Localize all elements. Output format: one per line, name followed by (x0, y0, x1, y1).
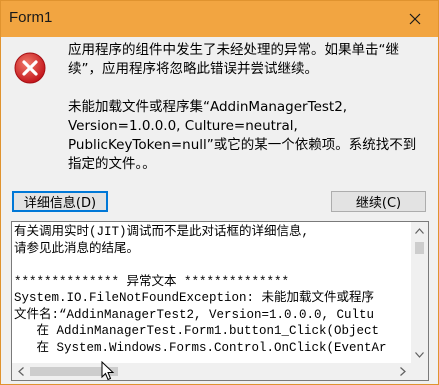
chevron-up-icon (415, 227, 424, 234)
chevron-left-icon (17, 367, 24, 376)
scroll-right-button[interactable] (394, 363, 411, 380)
details-textbox[interactable]: 有关调用实时(JIT)调试而不是此对话框的详细信息, 请参见此消息的结尾。 ***… (11, 221, 429, 381)
scroll-down-button[interactable] (411, 346, 428, 363)
details-text: 有关调用实时(JIT)调试而不是此对话框的详细信息, 请参见此消息的结尾。 ***… (14, 224, 410, 360)
error-message-detail: 未能加载文件或程序集“AddinManagerTest2, Version=1.… (68, 99, 417, 172)
error-icon (14, 52, 46, 84)
details-line: 请参见此消息的结尾。 (14, 241, 140, 256)
continue-button[interactable]: 继续(C) (331, 191, 426, 212)
details-line: 文件名:“AddinManagerTest2, Version=1.0.0.0,… (14, 307, 375, 322)
details-line: 在 AddinManagerTest.Form1.button1_Click(O… (14, 324, 380, 338)
chevron-down-icon (415, 351, 424, 358)
close-icon (409, 13, 421, 25)
details-button[interactable]: 详细信息(D) (12, 191, 108, 212)
scroll-left-button[interactable] (12, 363, 29, 380)
window-title: Form1 (9, 9, 53, 26)
title-bar[interactable]: Form1 (1, 1, 438, 37)
scrollbar-corner (411, 363, 428, 380)
details-line: 有关调用实时(JIT)调试而不是此对话框的详细信息, (14, 225, 310, 239)
details-line: ************** 异常文本 ************** (14, 274, 290, 289)
details-line: System.IO.FileNotFoundException: 未能加载文件或… (14, 291, 375, 305)
chevron-right-icon (399, 367, 406, 376)
vertical-scrollbar[interactable] (411, 222, 428, 363)
vertical-scroll-thumb[interactable] (415, 242, 424, 254)
close-button[interactable] (392, 1, 438, 37)
horizontal-scrollbar[interactable] (12, 363, 411, 380)
error-message-summary: 应用程序的组件中发生了未经处理的异常。如果单击“继续”，应用程序将忽略此错误并尝… (68, 42, 399, 77)
dialog-window: Form1 应用程序的组件中发生了未经处理的异常。如果单击“继续”，应用程序将忽… (0, 0, 439, 385)
details-line (14, 257, 410, 274)
mouse-cursor-icon (101, 361, 115, 381)
scroll-up-button[interactable] (411, 222, 428, 239)
details-line: 在 System.Windows.Forms.Control.OnClick(E… (14, 340, 387, 355)
